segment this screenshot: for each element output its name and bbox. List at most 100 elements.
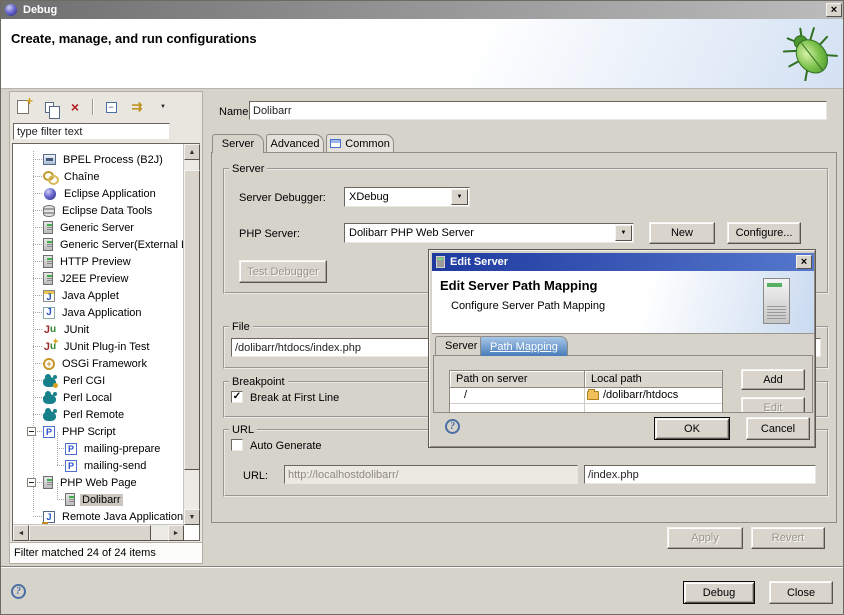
revert-button[interactable]: Revert (751, 527, 825, 549)
tree-item[interactable]: Java Applet (13, 287, 184, 304)
auto-generate-checkbox[interactable] (231, 439, 243, 451)
dialog-titlebar[interactable]: Edit Server × (432, 253, 814, 271)
window-close-button[interactable]: × (826, 3, 842, 17)
scroll-down-button[interactable]: ▼ (184, 509, 200, 525)
php-file-icon (65, 443, 77, 455)
add-mapping-button[interactable]: Add (741, 369, 805, 390)
configurations-tree: BPEL Process (B2J) Chaîne Eclipse Applic… (12, 143, 200, 541)
tab-common[interactable]: Common (326, 134, 394, 152)
chevron-down-icon[interactable]: ▼ (451, 189, 468, 205)
filter-input[interactable] (13, 123, 170, 140)
ok-button[interactable]: OK (654, 417, 730, 440)
break-first-line-checkbox[interactable]: ✓ (231, 391, 243, 403)
tree-item[interactable]: Chaîne (13, 168, 184, 185)
tree-item[interactable]: PHP Web Page (13, 474, 184, 491)
bpel-process-icon (43, 154, 56, 165)
cancel-button[interactable]: Cancel (746, 417, 810, 440)
banner-heading: Create, manage, and run configurations (11, 31, 844, 46)
tree-item[interactable]: HTTP Preview (13, 253, 184, 270)
tree-item[interactable]: Java Application (13, 304, 184, 321)
vertical-scrollbar-thumb[interactable] (184, 170, 200, 470)
osgi-framework-icon (43, 358, 55, 370)
configure-button[interactable]: Configure... (727, 222, 801, 244)
tree-item[interactable]: Remote Java Application (13, 508, 184, 525)
dialog-heading: Edit Server Path Mapping (440, 278, 814, 293)
scroll-left-button[interactable]: ◄ (13, 525, 29, 541)
dialog-header: Edit Server Path Mapping Configure Serve… (432, 271, 814, 334)
table-icon (330, 139, 341, 148)
tree-item[interactable]: Eclipse Application (13, 185, 184, 202)
collapse-expander[interactable] (27, 478, 36, 487)
dialog-tab-path-mapping[interactable]: Path Mapping (480, 336, 568, 356)
remote-java-icon (43, 511, 55, 523)
toolbar-separator (92, 99, 94, 115)
new-server-button[interactable]: New (649, 222, 715, 244)
base-url-input (284, 465, 578, 484)
collapse-expander[interactable] (27, 427, 36, 436)
eclipse-logo-icon (5, 4, 17, 16)
perl-icon (43, 394, 56, 404)
tab-advanced[interactable]: Advanced (266, 134, 324, 152)
debug-button[interactable]: Debug (683, 581, 755, 604)
table-row[interactable]: / /dolibarr/htdocs (450, 388, 722, 403)
tree-item[interactable]: PHP Script (13, 423, 184, 440)
banner: Create, manage, and run configurations (1, 19, 844, 89)
tree-item[interactable]: JUnit (13, 321, 184, 338)
java-applet-icon (43, 290, 55, 302)
tree-item[interactable]: BPEL Process (B2J) (13, 151, 184, 168)
vertical-scrollbar[interactable]: ▲ ▼ (183, 144, 199, 525)
scroll-right-button[interactable]: ► (168, 525, 184, 541)
chevron-down-icon[interactable]: ▼ (615, 225, 632, 241)
tree-item[interactable]: Perl Remote (13, 406, 184, 423)
tree-item[interactable]: Generic Server(External La (13, 236, 184, 253)
tree-item[interactable]: ✦JUnit Plug-in Test (13, 338, 184, 355)
tree-item[interactable]: J2EE Preview (13, 270, 184, 287)
new-configuration-button[interactable] (14, 99, 32, 116)
window-titlebar[interactable]: Debug × (1, 1, 844, 19)
tree-item[interactable]: Perl Local (13, 389, 184, 406)
edit-server-dialog: Edit Server × Edit Server Path Mapping C… (428, 249, 816, 448)
chain-icon (43, 170, 57, 184)
tree-rows: BPEL Process (B2J) Chaîne Eclipse Applic… (13, 144, 184, 525)
tree-item[interactable]: mailing-prepare (13, 440, 184, 457)
table-header-row: Path on server Local path (450, 371, 722, 388)
close-button[interactable]: Close (769, 581, 833, 604)
server-debugger-label: Server Debugger: (239, 189, 326, 207)
configurations-toolbar: × − ⇉ ▼ (14, 96, 172, 118)
folder-icon (587, 391, 599, 400)
tree-item[interactable]: Eclipse Data Tools (13, 202, 184, 219)
auto-generate-label: Auto Generate (250, 437, 322, 455)
server-debugger-combo[interactable]: XDebug ▼ (344, 187, 470, 207)
scroll-up-button[interactable]: ▲ (184, 144, 200, 160)
dialog-title: Edit Server (450, 256, 508, 268)
url-path-input[interactable] (584, 465, 816, 484)
collapse-all-icon: − (106, 102, 117, 113)
dialog-help-icon[interactable]: ? (445, 419, 460, 434)
tree-item[interactable]: mailing-send (13, 457, 184, 474)
server-icon (43, 255, 53, 268)
toolbar-menu-button[interactable]: ▼ (154, 99, 172, 116)
filter-configurations-button[interactable]: ⇉ (128, 99, 146, 116)
delete-configuration-button[interactable]: × (66, 99, 84, 116)
php-server-combo[interactable]: Dolibarr PHP Web Server ▼ (344, 223, 634, 243)
help-icon[interactable]: ? (11, 584, 26, 599)
menu-caret-icon: ▼ (160, 104, 166, 110)
duplicate-icon (45, 102, 54, 113)
tree-item[interactable]: Generic Server (13, 219, 184, 236)
apply-button[interactable]: Apply (667, 527, 743, 549)
duplicate-configuration-button[interactable] (40, 99, 58, 116)
tree-item[interactable]: Perl CGI (13, 372, 184, 389)
collapse-all-button[interactable]: − (102, 99, 120, 116)
horizontal-scrollbar[interactable]: ◄ ► (13, 524, 184, 540)
name-input[interactable] (249, 101, 827, 120)
tree-item[interactable]: OSGi Framework (13, 355, 184, 372)
break-first-line-label: Break at First Line (250, 389, 339, 407)
tab-server[interactable]: Server (212, 134, 264, 153)
test-debugger-button[interactable]: Test Debugger (239, 260, 327, 283)
horizontal-scrollbar-thumb[interactable] (29, 525, 151, 541)
column-header: Local path (585, 371, 722, 388)
tree-item-selected[interactable]: Dolibarr (13, 491, 184, 508)
dialog-close-button[interactable]: × (796, 255, 812, 269)
perl-cgi-icon (43, 377, 56, 387)
debug-window: Debug × Create, manage, and run configur… (0, 0, 844, 615)
